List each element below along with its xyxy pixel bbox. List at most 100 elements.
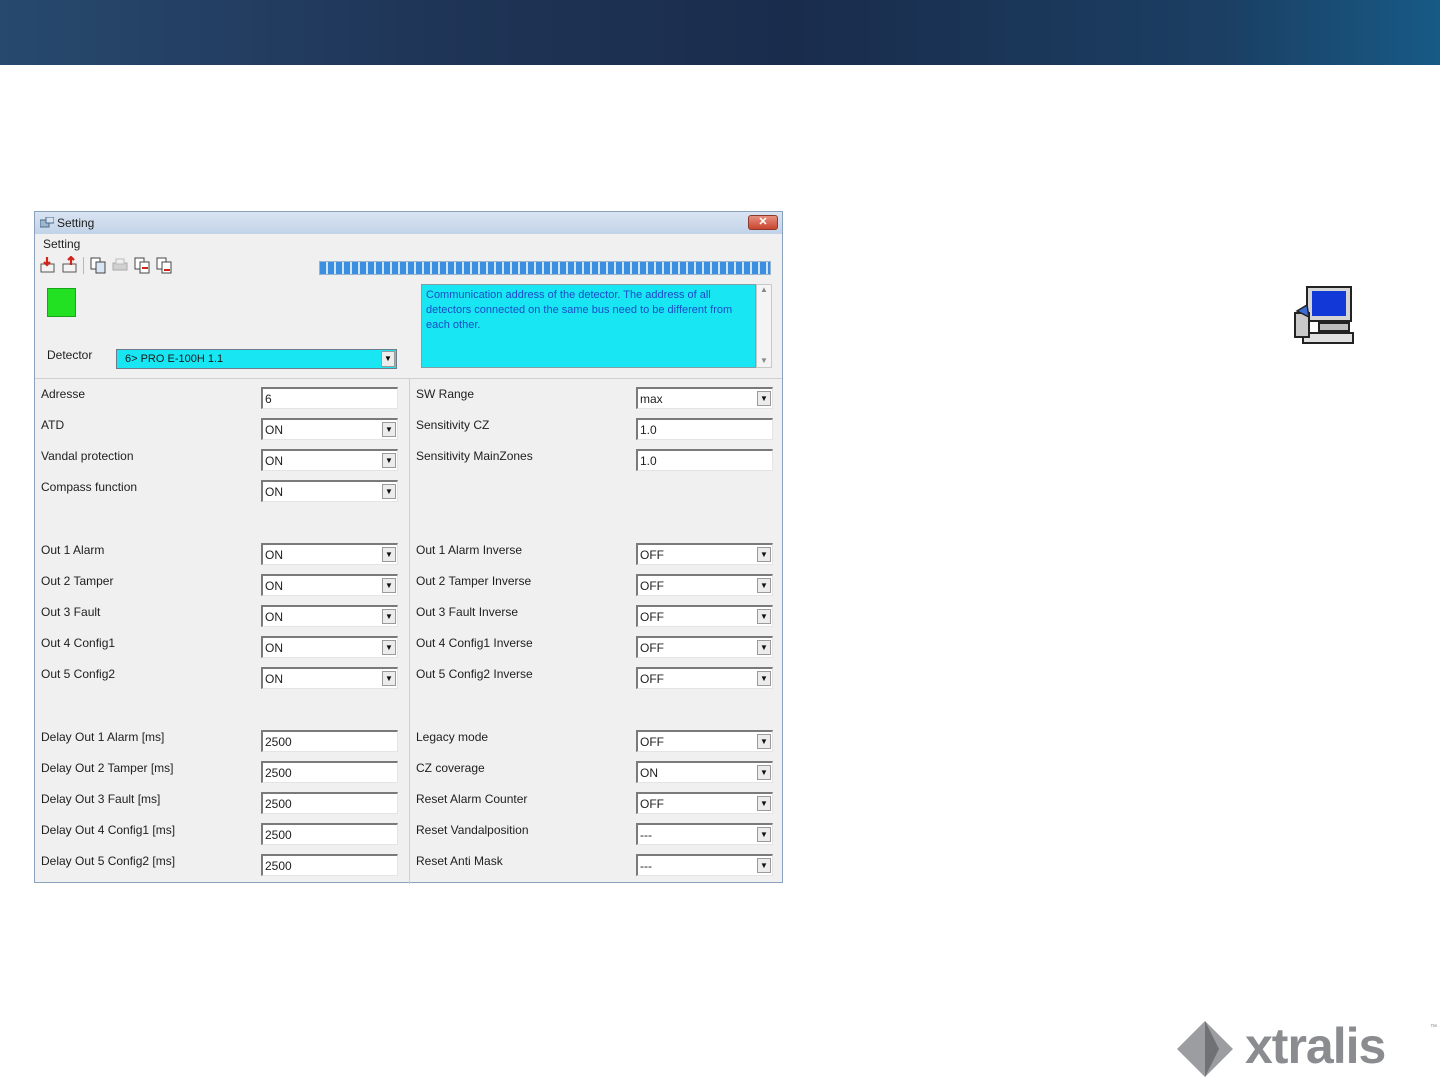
reset-vandalposition-label: Reset Vandalposition	[416, 823, 529, 837]
scroll-down-icon[interactable]: ▼	[757, 356, 771, 365]
out-1-alarm-select[interactable]: ON ▼	[261, 543, 398, 565]
menu-setting[interactable]: Setting	[43, 237, 80, 251]
compass-function-value: ON	[265, 485, 283, 499]
chevron-down-icon[interactable]: ▼	[757, 671, 771, 686]
print-icon[interactable]	[111, 256, 129, 274]
progress-bar	[319, 261, 771, 275]
compass-function-label: Compass function	[41, 480, 138, 494]
delay-out-2-tamper-ms-label: Delay Out 2 Tamper [ms]	[41, 761, 174, 775]
slide-header-bar	[0, 0, 1440, 65]
out-2-tamper-inverse-select[interactable]: OFF ▼	[636, 574, 773, 596]
delay-out-2-tamper-ms-value: 2500	[265, 766, 292, 780]
chevron-down-icon[interactable]: ▼	[757, 578, 771, 593]
chevron-down-icon[interactable]: ▼	[757, 765, 771, 780]
vandal-protection-select[interactable]: ON ▼	[261, 449, 398, 471]
chevron-down-icon[interactable]: ▼	[382, 547, 396, 562]
chevron-down-icon[interactable]: ▼	[757, 547, 771, 562]
write-to-device-icon[interactable]	[61, 256, 79, 274]
out-4-config1-inverse-label: Out 4 Config1 Inverse	[416, 636, 533, 650]
connection-status-indicator	[47, 288, 76, 317]
legacy-mode-value: OFF	[640, 735, 664, 749]
chevron-down-icon[interactable]: ▼	[757, 391, 771, 406]
read-from-device-icon[interactable]	[39, 256, 57, 274]
sw-range-label: SW Range	[416, 387, 475, 401]
scroll-up-icon[interactable]: ▲	[757, 285, 771, 294]
sw-range-select[interactable]: max ▼	[636, 387, 773, 409]
import-icon[interactable]	[155, 256, 173, 274]
out-5-config2-value: ON	[265, 672, 283, 686]
reset-vandalposition-select[interactable]: --- ▼	[636, 823, 773, 845]
delay-out-1-alarm-ms-label: Delay Out 1 Alarm [ms]	[41, 730, 165, 744]
out-2-tamper-inverse-value: OFF	[640, 579, 664, 593]
app-icon	[40, 217, 54, 228]
sensitivity-mainzones-input[interactable]: 1.0	[636, 449, 773, 471]
export-icon[interactable]	[133, 256, 151, 274]
chevron-down-icon[interactable]: ▼	[382, 671, 396, 686]
setting-window: Setting ✕ Setting Detector 6> PRO E-100H…	[34, 211, 783, 884]
chevron-down-icon[interactable]: ▼	[382, 609, 396, 624]
vandal-protection-label: Vandal protection	[41, 449, 134, 463]
sensitivity-mainzones-value: 1.0	[640, 454, 657, 468]
chevron-down-icon[interactable]: ▼	[757, 827, 771, 842]
vandal-protection-value: ON	[265, 454, 283, 468]
parameter-description: Communication address of the detector. T…	[421, 284, 756, 368]
out-4-config1-inverse-select[interactable]: OFF ▼	[636, 636, 773, 658]
chevron-down-icon[interactable]: ▼	[382, 422, 396, 437]
chevron-down-icon[interactable]: ▼	[382, 578, 396, 593]
out-5-config2-select[interactable]: ON ▼	[261, 667, 398, 689]
computer-icon	[1294, 286, 1354, 344]
out-5-config2-inverse-label: Out 5 Config2 Inverse	[416, 667, 533, 681]
reset-alarm-counter-select[interactable]: OFF ▼	[636, 792, 773, 814]
chevron-down-icon[interactable]: ▼	[757, 640, 771, 655]
delay-out-3-fault-ms-label: Delay Out 3 Fault [ms]	[41, 792, 161, 806]
sw-range-value: max	[640, 392, 663, 406]
description-scrollbar[interactable]: ▲ ▼	[756, 284, 772, 368]
column-divider	[409, 379, 410, 884]
cz-coverage-value: ON	[640, 766, 658, 780]
copy-icon[interactable]	[89, 256, 107, 274]
delay-out-4-config1-ms-label: Delay Out 4 Config1 [ms]	[41, 823, 176, 837]
chevron-down-icon[interactable]: ▼	[757, 609, 771, 624]
delay-out-5-config2-ms-input[interactable]: 2500	[261, 854, 398, 876]
out-2-tamper-value: ON	[265, 579, 283, 593]
out-5-config2-label: Out 5 Config2	[41, 667, 116, 681]
delay-out-3-fault-ms-input[interactable]: 2500	[261, 792, 398, 814]
chevron-down-icon[interactable]: ▼	[757, 858, 771, 873]
window-title: Setting	[57, 216, 95, 230]
delay-out-1-alarm-ms-input[interactable]: 2500	[261, 730, 398, 752]
out-3-fault-inverse-select[interactable]: OFF ▼	[636, 605, 773, 627]
delay-out-3-fault-ms-value: 2500	[265, 797, 292, 811]
adresse-value: 6	[265, 392, 272, 406]
detector-select[interactable]: 6> PRO E-100H 1.1 ▼	[116, 349, 397, 369]
chevron-down-icon[interactable]: ▼	[757, 734, 771, 749]
atd-select[interactable]: ON ▼	[261, 418, 398, 440]
chevron-down-icon[interactable]: ▼	[382, 484, 396, 499]
cz-coverage-select[interactable]: ON ▼	[636, 761, 773, 783]
out-2-tamper-label: Out 2 Tamper	[41, 574, 114, 588]
delay-out-4-config1-ms-value: 2500	[265, 828, 292, 842]
atd-label: ATD	[41, 418, 65, 432]
close-button[interactable]: ✕	[748, 215, 778, 230]
adresse-label: Adresse	[41, 387, 86, 401]
out-5-config2-inverse-select[interactable]: OFF ▼	[636, 667, 773, 689]
reset-anti-mask-select[interactable]: --- ▼	[636, 854, 773, 876]
delay-out-2-tamper-ms-input[interactable]: 2500	[261, 761, 398, 783]
chevron-down-icon[interactable]: ▼	[382, 640, 396, 655]
out-4-config1-select[interactable]: ON ▼	[261, 636, 398, 658]
chevron-down-icon[interactable]: ▼	[381, 351, 395, 367]
legacy-mode-select[interactable]: OFF ▼	[636, 730, 773, 752]
delay-out-4-config1-ms-input[interactable]: 2500	[261, 823, 398, 845]
out-4-config1-value: ON	[265, 641, 283, 655]
chevron-down-icon[interactable]: ▼	[757, 796, 771, 811]
sensitivity-cz-input[interactable]: 1.0	[636, 418, 773, 440]
out-2-tamper-select[interactable]: ON ▼	[261, 574, 398, 596]
chevron-down-icon[interactable]: ▼	[382, 453, 396, 468]
adresse-input[interactable]: 6	[261, 387, 398, 409]
title-bar: Setting ✕	[35, 212, 782, 234]
sensitivity-cz-label: Sensitivity CZ	[416, 418, 490, 432]
out-3-fault-select[interactable]: ON ▼	[261, 605, 398, 627]
brand-name: xtralis	[1245, 1018, 1386, 1074]
out-1-alarm-inverse-select[interactable]: OFF ▼	[636, 543, 773, 565]
compass-function-select[interactable]: ON ▼	[261, 480, 398, 502]
out-1-alarm-value: ON	[265, 548, 283, 562]
